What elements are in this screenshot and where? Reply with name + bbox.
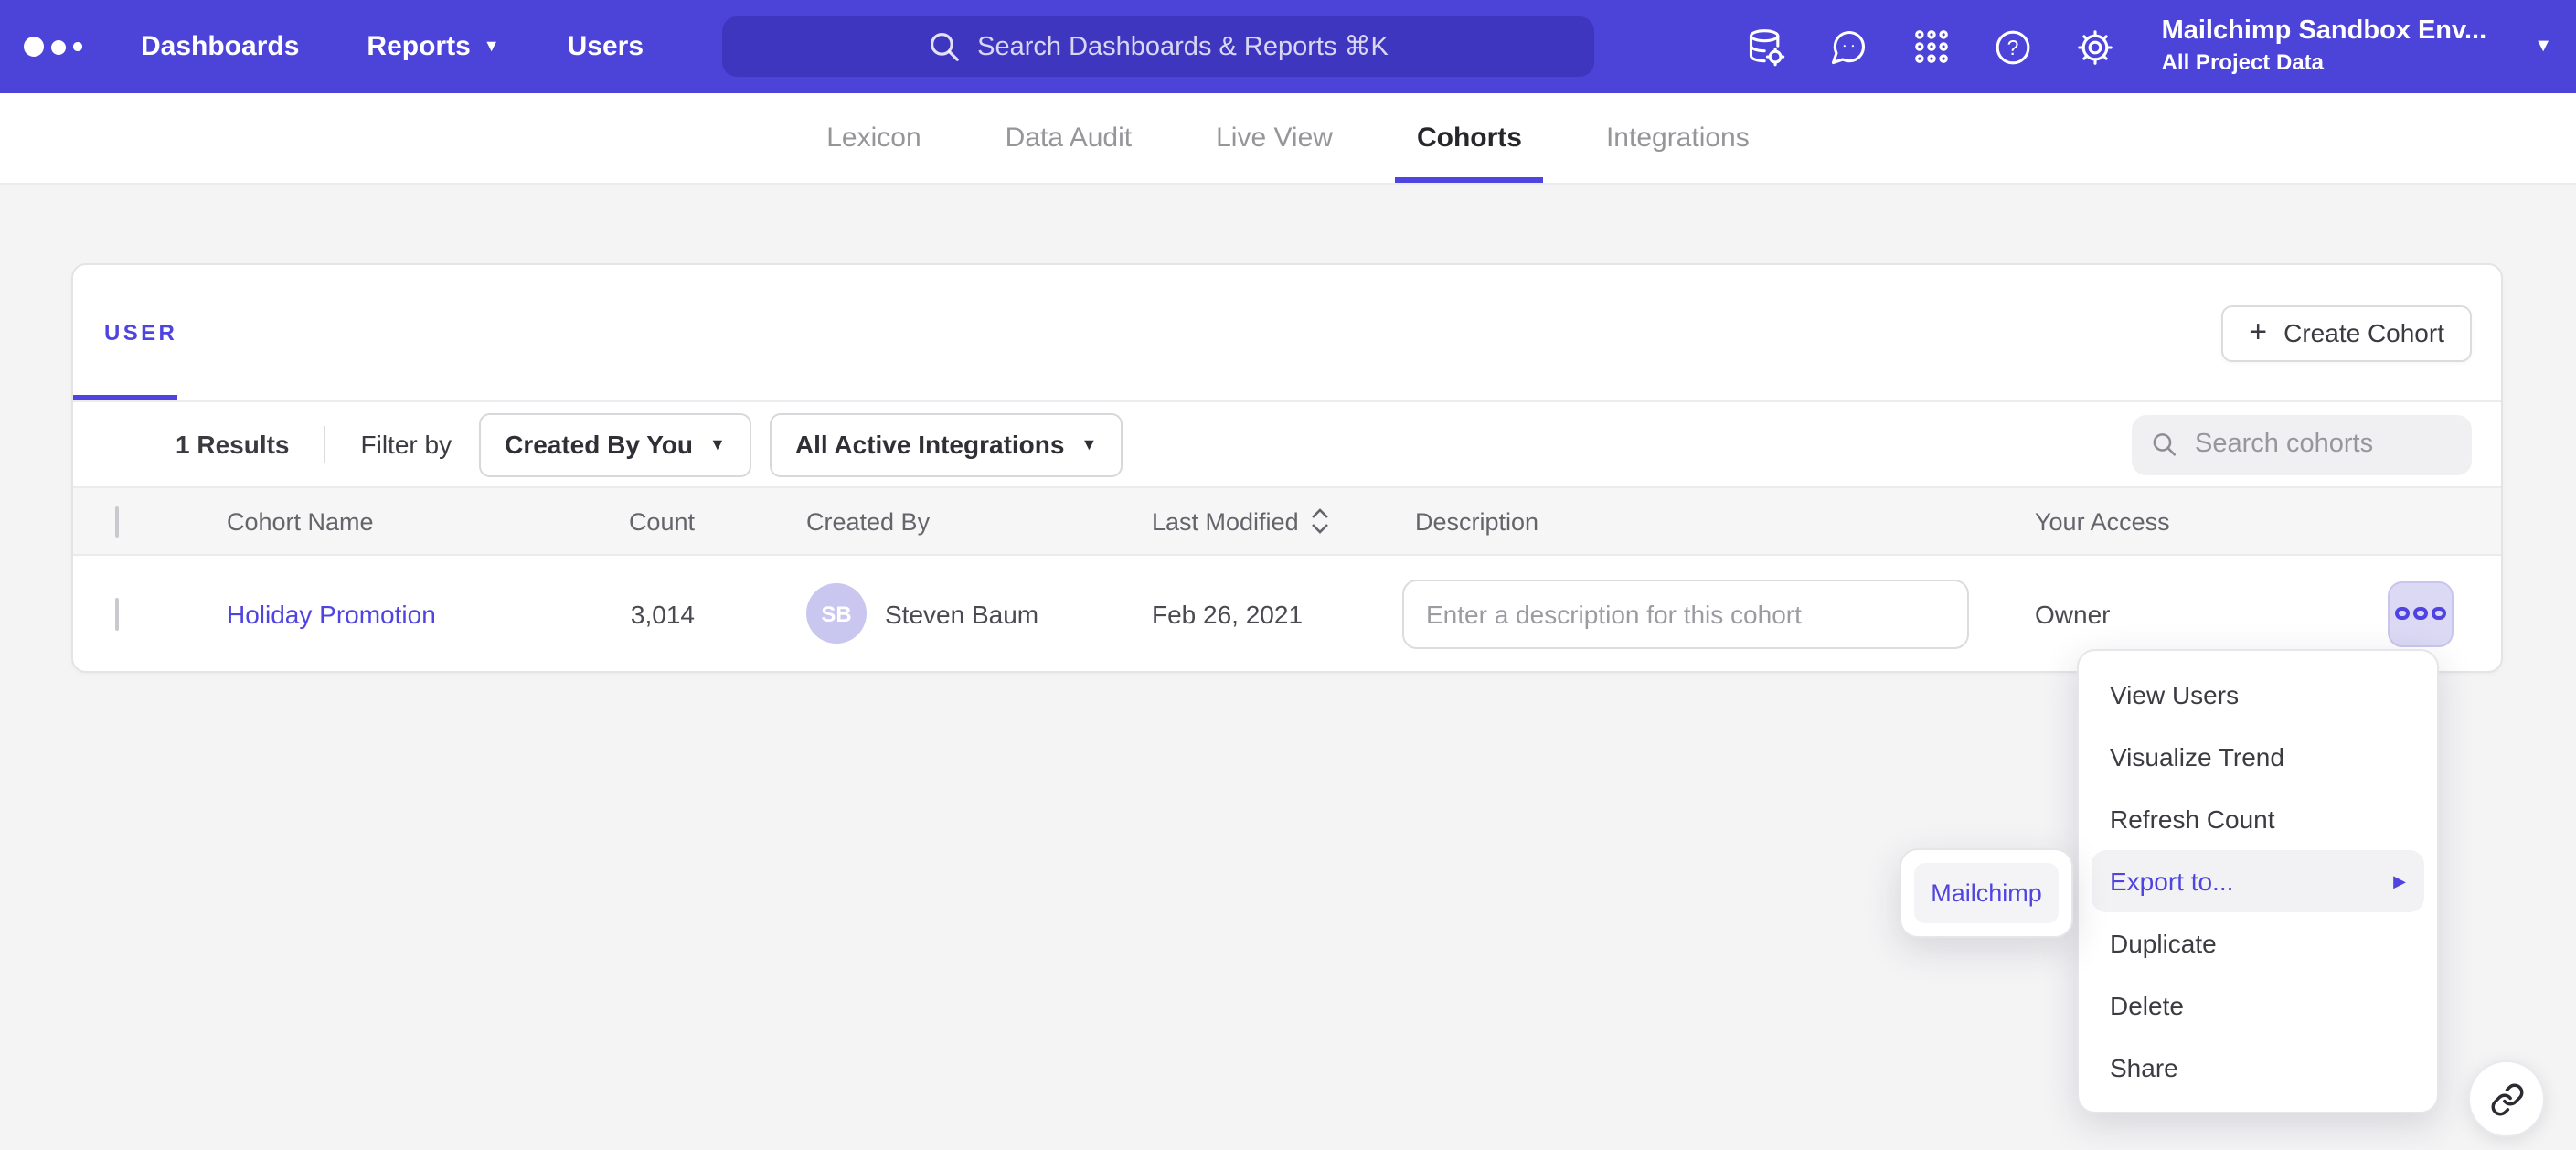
tab-data-audit[interactable]: Data Audit xyxy=(1006,93,1132,183)
header-created-by: Created By xyxy=(695,507,1097,535)
tab-label: Data Audit xyxy=(1006,122,1132,154)
app-viewport: Dashboards Reports ▼ Users Search Dashboa… xyxy=(0,0,2576,1150)
chevron-down-icon[interactable]: ▼ xyxy=(2534,37,2552,57)
search-cohorts-box xyxy=(2132,414,2472,474)
tab-label: Live View xyxy=(1216,122,1333,154)
nav-link-dashboards[interactable]: Dashboards xyxy=(141,31,299,62)
tab-label: Cohorts xyxy=(1417,122,1522,154)
export-submenu: Mailchimp xyxy=(1900,848,2073,938)
mixpanel-logo-icon[interactable] xyxy=(24,37,90,57)
search-icon xyxy=(928,31,959,62)
menu-item-visualize-trend[interactable]: Visualize Trend xyxy=(2079,726,2437,788)
project-scope: All Project Data xyxy=(2162,49,2487,78)
meatball-dot-icon xyxy=(2414,607,2428,621)
svg-text:?: ? xyxy=(2007,35,2019,59)
filter-by-label: Filter by xyxy=(361,430,452,459)
create-cohort-label: Create Cohort xyxy=(2283,318,2444,347)
header-count: Count xyxy=(512,507,695,535)
header-label: Last Modified xyxy=(1152,507,1299,535)
tab-lexicon[interactable]: Lexicon xyxy=(826,93,921,183)
cohorts-card-header: USER + Create Cohort xyxy=(73,265,2501,402)
header-your-access: Your Access xyxy=(1964,507,2340,535)
menu-item-refresh-count[interactable]: Refresh Count xyxy=(2079,788,2437,850)
global-search-placeholder: Search Dashboards & Reports ⌘K xyxy=(977,32,1389,61)
menu-item-share[interactable]: Share xyxy=(2079,1037,2437,1099)
meatball-dot-icon xyxy=(2396,607,2410,621)
dropdown-value: All Active Integrations xyxy=(795,430,1065,459)
link-icon xyxy=(2489,1081,2524,1116)
search-icon xyxy=(2152,430,2177,459)
divider xyxy=(325,426,326,463)
last-modified-date: Feb 26, 2021 xyxy=(1097,599,1344,628)
nav-links: Dashboards Reports ▼ Users xyxy=(141,31,644,62)
sort-icon xyxy=(1312,508,1330,534)
navbar-right: ? Mailchimp Sandbox Env... All Project D… xyxy=(1747,0,2552,93)
tab-label: Integrations xyxy=(1606,122,1750,154)
chevron-down-icon: ▼ xyxy=(484,38,500,55)
data-management-tabs: Lexicon Data Audit Live View Cohorts Int… xyxy=(0,93,2576,185)
cohort-name-link[interactable]: Holiday Promotion xyxy=(227,599,436,628)
header-cohort-name: Cohort Name xyxy=(185,507,512,535)
row-checkbox[interactable] xyxy=(115,597,119,630)
menu-item-view-users[interactable]: View Users xyxy=(2079,664,2437,726)
search-cohorts-input[interactable] xyxy=(2191,428,2452,461)
tab-label: Lexicon xyxy=(826,122,921,154)
menu-item-export-to[interactable]: Export to... ▶ xyxy=(2092,850,2424,912)
active-tab-underline xyxy=(73,395,177,400)
row-actions-button[interactable] xyxy=(2388,580,2454,646)
chevron-down-icon: ▼ xyxy=(1080,435,1097,453)
submenu-item-mailchimp[interactable]: Mailchimp xyxy=(1914,863,2059,923)
select-all-checkbox[interactable] xyxy=(115,506,119,537)
feedback-icon[interactable] xyxy=(1829,27,1869,67)
tab-user-cohorts[interactable]: USER xyxy=(104,320,177,346)
menu-item-label: Export to... xyxy=(2110,867,2233,896)
created-by-filter-dropdown[interactable]: Created By You ▼ xyxy=(479,412,751,476)
results-count: 1 Results xyxy=(176,430,290,459)
nav-link-label: Users xyxy=(568,31,644,62)
menu-item-duplicate[interactable]: Duplicate xyxy=(2079,912,2437,974)
plus-icon: + xyxy=(2249,316,2267,347)
integrations-filter-dropdown[interactable]: All Active Integrations ▼ xyxy=(770,412,1123,476)
cohort-count: 3,014 xyxy=(512,599,695,628)
description-input[interactable] xyxy=(1402,579,1969,648)
tab-integrations[interactable]: Integrations xyxy=(1606,93,1750,183)
copy-link-button[interactable] xyxy=(2468,1060,2545,1137)
header-description: Description xyxy=(1344,507,1964,535)
cohorts-table-header: Cohort Name Count Created By Last Modifi… xyxy=(73,486,2501,556)
header-last-modified[interactable]: Last Modified xyxy=(1097,507,1344,535)
top-navbar: Dashboards Reports ▼ Users Search Dashboa… xyxy=(0,0,2576,93)
project-name: Mailchimp Sandbox Env... xyxy=(2162,16,2487,50)
nav-link-users[interactable]: Users xyxy=(568,31,644,62)
nav-link-label: Reports xyxy=(367,31,470,62)
access-value: Owner xyxy=(1964,599,2340,628)
nav-link-label: Dashboards xyxy=(141,31,299,62)
settings-gear-icon[interactable] xyxy=(2076,27,2116,67)
project-switcher[interactable]: Mailchimp Sandbox Env... All Project Dat… xyxy=(2162,16,2487,79)
nav-link-reports[interactable]: Reports ▼ xyxy=(367,31,499,62)
created-by-name: Steven Baum xyxy=(885,599,1038,628)
cohorts-card: USER + Create Cohort 1 Results Filter by… xyxy=(71,263,2503,673)
apps-grid-icon[interactable] xyxy=(1911,27,1952,67)
cohorts-toolbar: 1 Results Filter by Created By You ▼ All… xyxy=(73,402,2501,486)
chevron-down-icon: ▼ xyxy=(709,435,726,453)
create-cohort-button[interactable]: + Create Cohort xyxy=(2221,304,2472,361)
dropdown-value: Created By You xyxy=(505,430,693,459)
avatar: SB xyxy=(806,583,867,644)
tab-cohorts[interactable]: Cohorts xyxy=(1417,93,1522,183)
data-connections-icon[interactable] xyxy=(1747,27,1787,67)
row-actions-menu: View Users Visualize Trend Refresh Count… xyxy=(2077,649,2439,1113)
tab-live-view[interactable]: Live View xyxy=(1216,93,1333,183)
meatball-dot-icon xyxy=(2432,607,2446,621)
global-search-input[interactable]: Search Dashboards & Reports ⌘K xyxy=(722,16,1594,77)
submenu-arrow-icon: ▶ xyxy=(2393,871,2406,891)
menu-item-delete[interactable]: Delete xyxy=(2079,974,2437,1037)
help-icon[interactable]: ? xyxy=(1994,27,2034,67)
